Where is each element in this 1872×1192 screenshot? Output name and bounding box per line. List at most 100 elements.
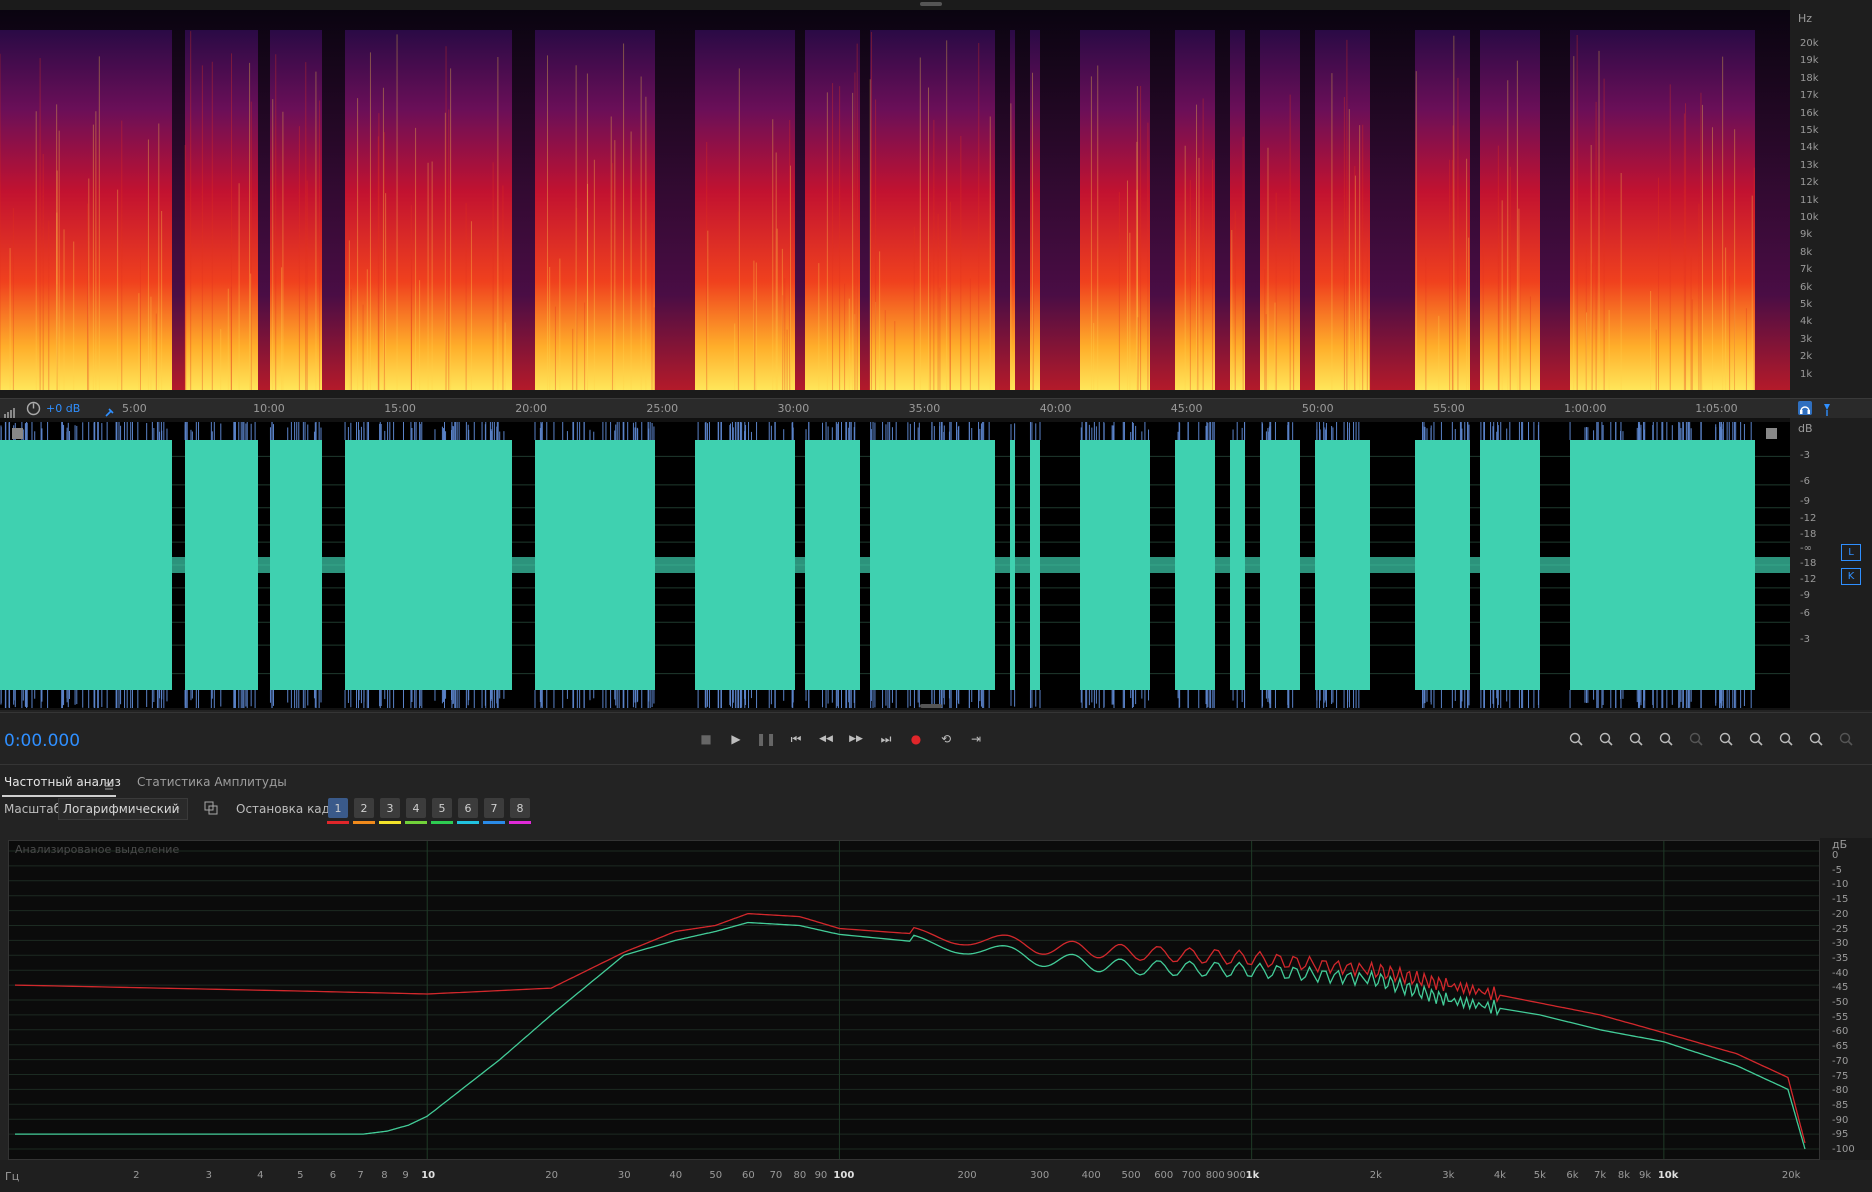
freq-db-tick-label: -45 [1832, 982, 1849, 994]
meter-icon[interactable] [4, 403, 16, 418]
play-icon[interactable]: ▶ [724, 727, 748, 751]
freq-db-tick-label: -65 [1832, 1041, 1849, 1053]
zoom-in-right-icon[interactable] [1744, 727, 1768, 751]
freq-hz-tick-label: 800 [1205, 1170, 1225, 1181]
go-to-end-icon[interactable]: ⏭ [874, 727, 898, 751]
freq-db-tick-label: -50 [1832, 997, 1849, 1008]
spectral-frequency-ruler: Hz 20k 19k 18k 17k 16k 15k 14k 13k 12k 11k 10k 9k 8k… [1790, 0, 1872, 398]
channel-r-badge[interactable]: K [1841, 568, 1861, 585]
zoom-out-full-icon[interactable] [1684, 727, 1708, 751]
copy-icon[interactable] [204, 800, 218, 815]
freeze-frame-color [431, 821, 453, 824]
waveform-display[interactable] [0, 422, 1790, 708]
record-icon[interactable]: ● [904, 727, 928, 751]
scale-select[interactable]: Логарифмический ⌄ [58, 798, 188, 820]
scale-label: Масштаб: [4, 802, 66, 816]
zoom-reset-icon[interactable] [1624, 727, 1648, 751]
freeze-frame-color [483, 821, 505, 824]
freq-db-tick-label: -40 [1832, 967, 1849, 979]
freq-hz-tick-label: 3k [1442, 1170, 1455, 1181]
freeze-frame-button[interactable]: 8 [510, 798, 530, 818]
freq-db-tick-label: -20 [1832, 908, 1849, 920]
time-tick-label: 35:00 [908, 402, 941, 415]
zoom-disabled-icon[interactable] [1834, 727, 1858, 751]
freq-hz-tick-label: 20k [1781, 1170, 1801, 1181]
skip-selection-icon[interactable]: ⇥ [964, 727, 988, 751]
pause-icon[interactable]: ❚❚ [754, 727, 778, 751]
time-tick-label: 30:00 [777, 402, 810, 415]
freq-hz-tick-label: 5 [297, 1170, 304, 1181]
rewind-icon[interactable]: ◀◀ [814, 727, 838, 751]
tab-menu-icon[interactable] [104, 776, 114, 790]
frequency-db-axis: дБ 0 -5 -10 -15 -20 -25 -30 -35 -40 -45 -50 -55 -60-… [1820, 838, 1872, 1160]
freeze-frame-buttons: 12345678 [327, 798, 538, 828]
zoom-out-amplitude-icon[interactable] [1594, 727, 1618, 751]
zoom-in-left-icon[interactable] [1714, 727, 1738, 751]
freq-db-tick-label: -60 [1832, 1026, 1849, 1038]
scroll-handle[interactable] [920, 704, 942, 708]
frequency-hz-axis: Гц 2 3 4 5 6 7 8 9 10 20 30 40 50 60 70 80 90 100 200 300 40… [0, 1160, 1872, 1192]
freeze-frame-button[interactable]: 7 [484, 798, 504, 818]
waveform-segment [1030, 440, 1040, 690]
spectrogram-segment [870, 30, 995, 390]
waveform-segment [1230, 440, 1245, 690]
go-to-start-icon[interactable]: ⏮ [784, 727, 808, 751]
freq-db-tick-label: 0 [1832, 850, 1839, 861]
freq-hz-tick-label: 600 [1154, 1170, 1174, 1181]
waveform-segment [1315, 440, 1370, 690]
freq-hz-tick-label: 8k [1617, 1170, 1631, 1181]
freq-hz-tick-label: 4 [257, 1170, 264, 1181]
spectrogram-segment [1175, 30, 1215, 390]
hz-tick-label: 2k [1800, 351, 1813, 363]
freq-hz-tick-label: 7k [1593, 1170, 1607, 1181]
pin-icon[interactable] [104, 403, 115, 417]
hz-tick-label: 8k [1800, 246, 1813, 258]
zoom-history-icon[interactable] [1804, 727, 1828, 751]
corner-toggle-icon-right[interactable] [1766, 428, 1777, 439]
freeze-frame-button[interactable]: 5 [432, 798, 452, 818]
freeze-frame-button[interactable]: 1 [328, 798, 348, 818]
zoom-selection-icon[interactable] [1654, 727, 1678, 751]
waveform-segment [1175, 440, 1215, 690]
timeline-ruler[interactable]: +0 dB 5:00 10:00 15:00 20:00 25:00 30:00 35:00… [0, 398, 1872, 420]
waveform-segment [1415, 440, 1470, 690]
spectrogram-segment [1080, 30, 1150, 390]
freeze-frame-button[interactable]: 4 [406, 798, 426, 818]
gain-value[interactable]: +0 dB [46, 402, 80, 415]
db-unit-label: dB [1798, 422, 1813, 435]
current-time[interactable]: 0:00.000 [4, 731, 80, 751]
loop-icon[interactable]: ⟲ [934, 727, 958, 751]
freeze-frame-button[interactable]: 6 [458, 798, 478, 818]
hz-tick-label: 18k [1800, 72, 1819, 84]
freeze-frame-color [457, 821, 479, 824]
time-tick-label: 45:00 [1170, 402, 1203, 415]
hz-tick-label: 4k [1800, 316, 1813, 328]
waveform-segment [185, 440, 258, 690]
waveform-canvas [0, 422, 1790, 708]
fast-forward-icon[interactable]: ▶▶ [844, 727, 868, 751]
freq-hz-tick-label: 9 [402, 1170, 409, 1181]
frequency-analysis-plot[interactable]: Анализированое выделение [8, 840, 1820, 1160]
freeze-frame-button[interactable]: 2 [354, 798, 374, 818]
panel-resize-handle[interactable] [920, 2, 942, 6]
freq-hz-tick-label: 10k [1657, 1170, 1679, 1181]
gain-knob-icon[interactable] [26, 401, 41, 416]
freeze-frame-button[interactable]: 3 [380, 798, 400, 818]
db-tick-label: -9 [1800, 496, 1810, 507]
freq-hz-tick-label: 30 [617, 1170, 631, 1181]
hz-tick-label: 1k [1800, 368, 1813, 380]
marker-icon[interactable] [1820, 401, 1834, 416]
freq-db-tick-label: -25 [1832, 923, 1849, 935]
headphones-icon[interactable] [1798, 401, 1812, 415]
zoom-in-amplitude-icon[interactable] [1564, 727, 1588, 751]
channel-l-badge[interactable]: L [1841, 544, 1861, 561]
freq-hz-tick-label: 5k [1533, 1170, 1546, 1181]
tab-amplitude-statistics[interactable]: Статистика Амплитуды [137, 775, 287, 789]
zoom-out-both-icon[interactable] [1774, 727, 1798, 751]
stop-icon[interactable]: ■ [694, 727, 718, 751]
spectrogram-segment [0, 30, 172, 390]
corner-toggle-icon[interactable] [12, 428, 23, 439]
freq-hz-tick-label: 2k [1369, 1170, 1382, 1181]
db-tick-label: -18 [1800, 558, 1817, 569]
spectral-display[interactable] [0, 10, 1790, 390]
